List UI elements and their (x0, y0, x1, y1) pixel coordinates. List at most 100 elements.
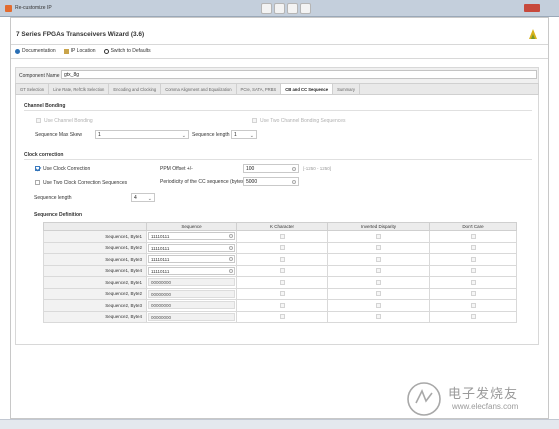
tab-gt-selection[interactable]: GT Selection (16, 84, 50, 94)
use-two-cb-sequences-label: Use Two Channel Bonding Sequences (260, 118, 346, 124)
sequence-max-skew-select[interactable]: 1 ⌄ (95, 130, 189, 139)
chevron-down-icon: ⌄ (249, 133, 254, 139)
k-character-checkbox[interactable] (279, 279, 285, 285)
k-character-checkbox[interactable] (279, 256, 285, 262)
ppm-range-hint: [-1250 - 1250] (303, 166, 332, 171)
info-icon (15, 48, 20, 54)
ppm-offset-input[interactable]: 100 (243, 164, 299, 173)
chevron-down-icon: ⌄ (181, 133, 186, 139)
use-clock-correction-checkbox[interactable] (35, 166, 40, 171)
toolbar-tool-icon-4[interactable] (300, 3, 311, 14)
inverted-disparity-checkbox[interactable] (376, 256, 381, 262)
tab-line-rate[interactable]: Line Rate, RefClk Selection (49, 84, 110, 94)
sequence-input[interactable]: 11110111 (148, 243, 235, 252)
header-links: Documentation IP Location Switch to Defa… (15, 48, 151, 54)
column-header: Don't Care (429, 222, 517, 231)
table-header-row: Sequence K Character Inverted Disparity … (43, 222, 517, 231)
reset-circle-icon[interactable] (292, 180, 296, 184)
k-character-checkbox[interactable] (279, 245, 285, 251)
cc-sequence-length-label: Sequence length (34, 195, 72, 201)
sequence-input: 00000000 (148, 289, 235, 298)
tab-cb-cc-sequence[interactable]: CB and CC Sequence (281, 84, 334, 94)
reset-circle-icon[interactable] (229, 245, 233, 250)
table-row: Sequence2, Byte2 00000000 (43, 287, 517, 300)
inverted-disparity-checkbox[interactable] (376, 302, 381, 308)
tab-pcie-sata-prbs[interactable]: PCIe, SATA, PRBS (237, 84, 282, 94)
use-channel-bonding-checkbox[interactable] (36, 118, 41, 123)
use-clock-correction-label: Use Clock Correction (43, 166, 91, 172)
cb-sequence-length-select[interactable]: 1 ⌄ (231, 130, 257, 139)
row-label: Sequence1, Byte4 (43, 264, 147, 277)
sequence-input[interactable]: 11110111 (148, 232, 235, 241)
sequence-input[interactable]: 11110111 (148, 266, 235, 275)
k-character-checkbox[interactable] (279, 302, 285, 308)
dont-care-checkbox[interactable] (470, 314, 476, 320)
k-character-checkbox[interactable] (279, 233, 285, 239)
use-two-cc-sequences-checkbox[interactable] (35, 180, 40, 185)
component-name-label: Component Name (19, 73, 60, 79)
page-title: 7 Series FPGAs Transceivers Wizard (3.6) (16, 31, 145, 38)
reset-circle-icon[interactable] (229, 257, 233, 262)
tab-comma-alignment[interactable]: Comma Alignment and Equalization (161, 84, 237, 94)
reset-circle-icon[interactable] (292, 167, 296, 171)
dont-care-checkbox[interactable] (470, 256, 476, 262)
tab-encoding-clocking[interactable]: Encoding and Clocking (109, 84, 162, 94)
table-row: Sequence2, Byte1 00000000 (43, 276, 517, 289)
toolbar-tool-icon-3[interactable] (287, 3, 298, 14)
dont-care-checkbox[interactable] (470, 233, 476, 239)
inverted-disparity-checkbox[interactable] (376, 314, 381, 320)
dont-care-checkbox[interactable] (470, 268, 476, 274)
dont-care-checkbox[interactable] (470, 279, 476, 285)
window-titlebar: Re-customize IP (0, 0, 559, 17)
sequence-definition-table: Sequence K Character Inverted Disparity … (43, 222, 517, 323)
component-name-input[interactable]: gtx_8g (61, 70, 537, 79)
inverted-disparity-checkbox[interactable] (376, 279, 381, 285)
switch-to-defaults-link[interactable]: Switch to Defaults (103, 48, 151, 54)
reset-circle-icon[interactable] (229, 234, 233, 239)
inverted-disparity-checkbox[interactable] (376, 245, 381, 251)
cc-sequence-length-select[interactable]: 4 ⌄ (131, 193, 155, 202)
table-row: Sequence1, Byte1 11110111 (43, 230, 517, 243)
cb-sequence-length-label: Sequence length (192, 132, 230, 138)
sequence-input: 00000000 (148, 301, 235, 310)
inverted-disparity-checkbox[interactable] (376, 268, 381, 274)
k-character-checkbox[interactable] (279, 268, 285, 274)
clock-correction-heading: Clock correction (24, 152, 64, 158)
column-header: Sequence (146, 222, 237, 231)
row-label: Sequence2, Byte1 (43, 276, 147, 289)
dont-care-checkbox[interactable] (470, 291, 476, 297)
table-row: Sequence1, Byte2 11110111 (43, 241, 517, 254)
ppm-offset-label: PPM Offset +/- (160, 166, 193, 172)
sequence-input: 00000000 (148, 278, 235, 287)
divider (24, 159, 532, 160)
sequence-input[interactable]: 11110111 (148, 255, 235, 264)
table-row: Sequence1, Byte3 11110111 (43, 253, 517, 266)
documentation-link[interactable]: Documentation (15, 48, 56, 54)
use-two-cb-sequences-checkbox[interactable] (252, 118, 257, 123)
refresh-icon (103, 48, 109, 54)
ip-location-link[interactable]: IP Location (63, 48, 96, 54)
row-label: Sequence2, Byte2 (43, 287, 147, 300)
reset-circle-icon[interactable] (229, 268, 233, 273)
toolbar-tool-icon-2[interactable] (274, 3, 285, 14)
close-window-button[interactable] (524, 4, 540, 12)
tab-summary[interactable]: Summary (333, 84, 360, 94)
app-icon (5, 5, 12, 12)
k-character-checkbox[interactable] (279, 291, 285, 297)
column-header (43, 222, 147, 231)
table-row: Sequence2, Byte4 00000000 (43, 310, 517, 323)
cc-periodicity-input[interactable]: 5000 (243, 177, 299, 186)
k-character-checkbox[interactable] (279, 314, 285, 320)
watermark-url: www.elecfans.com (452, 402, 519, 411)
dont-care-checkbox[interactable] (470, 302, 476, 308)
inverted-disparity-checkbox[interactable] (376, 233, 381, 239)
divider (11, 44, 548, 45)
row-label: Sequence2, Byte3 (43, 299, 147, 312)
folder-icon (63, 48, 69, 54)
channel-bonding-heading: Channel Bonding (24, 103, 66, 109)
table-row: Sequence2, Byte3 00000000 (43, 299, 517, 312)
toolbar-tool-icon-1[interactable] (261, 3, 272, 14)
inverted-disparity-checkbox[interactable] (376, 291, 381, 297)
dont-care-checkbox[interactable] (470, 245, 476, 251)
vivado-logo-icon (529, 29, 537, 39)
